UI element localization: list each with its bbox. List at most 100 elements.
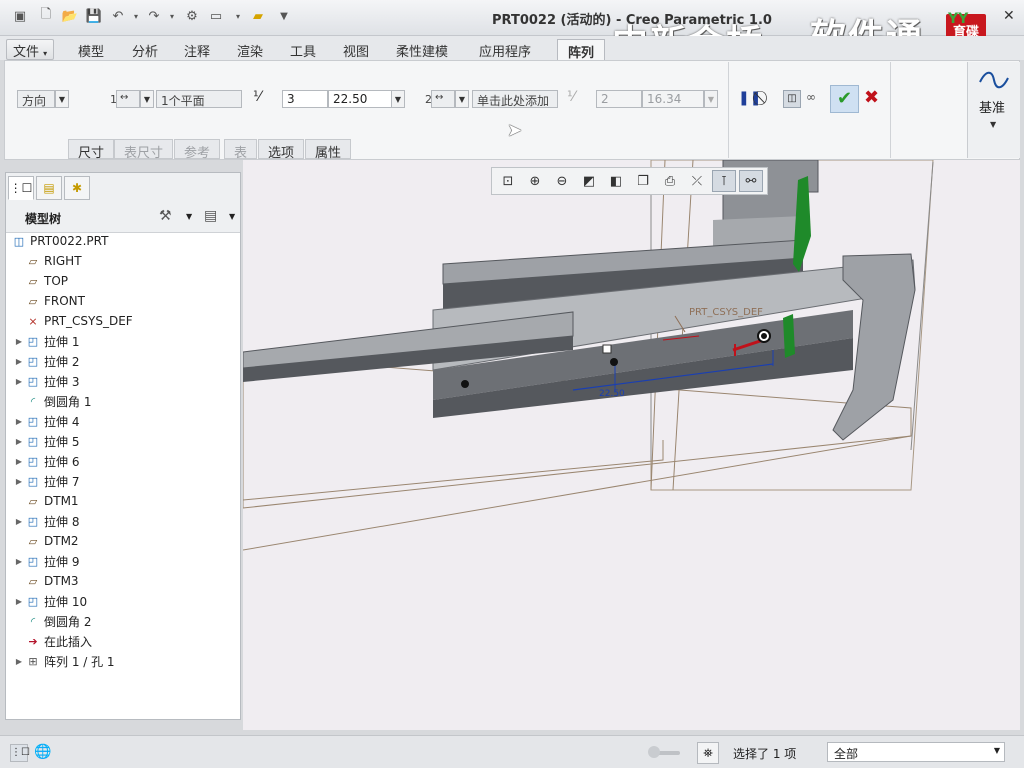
chevron-down-icon[interactable]: ▼ <box>229 212 235 221</box>
flip-direction-icon[interactable]: ⅟ <box>567 89 587 109</box>
windows-icon[interactable]: ▭ <box>208 8 224 24</box>
tab-render[interactable]: 渲染 <box>227 39 273 60</box>
subtab-table-dimensions[interactable]: 表尺寸 <box>114 139 174 161</box>
expand-arrow-icon[interactable]: ▶ <box>14 457 24 466</box>
dir1-spacing-input[interactable]: 22.50 <box>328 90 392 108</box>
dir1-reference-field[interactable]: 1个平面 <box>156 90 242 108</box>
folder-browser-tab-icon[interactable]: ▤ <box>36 176 62 200</box>
drag-handle[interactable] <box>602 344 612 354</box>
tree-item[interactable]: ◜ 倒圆角 1 <box>6 391 240 411</box>
chevron-down-icon[interactable]: ▼ <box>186 212 192 221</box>
tree-item[interactable]: ▱ DTM3 <box>6 571 240 591</box>
tab-analysis[interactable]: 分析 <box>122 39 168 60</box>
windows-dropdown-icon[interactable]: ▾ <box>230 8 246 24</box>
view-manager-icon[interactable]: ⎙ <box>658 170 682 192</box>
datum-display-icon[interactable]: ⤫ <box>685 170 709 192</box>
annotation-display-icon[interactable]: ⊺ <box>712 170 736 192</box>
save-icon[interactable]: 💾 <box>86 8 102 24</box>
redo-icon[interactable]: ↷ <box>146 8 162 24</box>
pause-icon[interactable]: ❚❚ <box>738 90 761 106</box>
subtab-options[interactable]: 选项 <box>258 139 305 161</box>
browser-toggle-icon[interactable]: 🌐 <box>34 744 52 762</box>
new-icon[interactable]: 🗋 <box>38 7 54 24</box>
expand-arrow-icon[interactable]: ▶ <box>14 517 24 526</box>
open-icon[interactable]: 📂 <box>62 8 78 24</box>
verify-icon[interactable]: ◫ <box>783 90 801 108</box>
expand-arrow-icon[interactable]: ▶ <box>14 337 24 346</box>
tree-item[interactable]: ▶ ◰ 拉伸 2 <box>6 351 240 371</box>
settings-icon[interactable]: ⚒ <box>159 208 172 224</box>
tab-flexible-modeling[interactable]: 柔性建模 <box>386 39 458 60</box>
chevron-down-icon[interactable]: ▼ <box>704 90 718 108</box>
tree-item[interactable]: ▶ ◰ 拉伸 5 <box>6 431 240 451</box>
dir1-count-input[interactable]: 3 <box>282 90 328 108</box>
repaint-icon[interactable]: ◩ <box>577 170 601 192</box>
tree-item[interactable]: ▶ ◰ 拉伸 10 <box>6 591 240 611</box>
pattern-member-marker[interactable] <box>461 380 469 388</box>
graphics-viewport[interactable]: 22.50 PRT_CSYS_DEF <box>243 160 1020 730</box>
tree-item[interactable]: ▱ FRONT <box>6 291 240 311</box>
tab-view[interactable]: 视图 <box>333 39 379 60</box>
subtab-table[interactable]: 表 <box>224 139 258 161</box>
subtab-references[interactable]: 参考 <box>174 139 221 161</box>
subtab-dimensions[interactable]: 尺寸 <box>68 139 115 161</box>
expand-arrow-icon[interactable]: ▶ <box>14 417 24 426</box>
pattern-member-marker[interactable] <box>610 358 618 366</box>
dir1-direction-toggle[interactable]: ↔ <box>116 90 140 108</box>
redo-dropdown-icon[interactable]: ▾ <box>164 8 180 24</box>
expand-arrow-icon[interactable]: ▶ <box>14 657 24 666</box>
tab-annotate[interactable]: 注释 <box>174 39 220 60</box>
tree-item[interactable]: ▶ ◰ 拉伸 4 <box>6 411 240 431</box>
dir2-reference-field[interactable]: 单击此处添加 <box>472 90 558 108</box>
dir2-direction-toggle[interactable]: ↔ <box>431 90 455 108</box>
tab-tools[interactable]: 工具 <box>280 39 326 60</box>
dimension-label[interactable]: 22.50 <box>599 389 625 399</box>
model-tree-toggle-icon[interactable]: ⋮☐ <box>10 744 30 762</box>
tab-file[interactable]: 文件 ▾ <box>6 39 55 60</box>
model-tree-tab-icon[interactable]: ⋮☐ <box>8 176 34 200</box>
app-icon[interactable]: ▣ <box>12 8 28 24</box>
tree-item[interactable]: ▶ ◰ 拉伸 9 <box>6 551 240 571</box>
saved-views-icon[interactable]: ❐ <box>631 170 655 192</box>
tree-item[interactable]: ⨯ PRT_CSYS_DEF <box>6 311 240 331</box>
dir2-spacing-input[interactable]: 16.34 <box>642 90 704 108</box>
expand-arrow-icon[interactable]: ▶ <box>14 477 24 486</box>
tree-item[interactable]: ▱ TOP <box>6 271 240 291</box>
tree-item[interactable]: ➔ 在此插入 <box>6 631 240 651</box>
chevron-down-icon[interactable]: ▼ <box>140 90 154 108</box>
pattern-type-select[interactable]: 方向 <box>17 90 55 108</box>
tree-item[interactable]: ▶ ◰ 拉伸 3 <box>6 371 240 391</box>
refit-icon[interactable]: ⊡ <box>496 170 520 192</box>
tree-item[interactable]: ▶ ⊞ 阵列 1 / 孔 1 <box>6 651 240 671</box>
subtab-properties[interactable]: 属性 <box>305 139 352 161</box>
tree-item[interactable]: ◜ 倒圆角 2 <box>6 611 240 631</box>
regenerate-icon[interactable]: ⚙ <box>184 8 200 24</box>
tab-pattern[interactable]: 阵列 <box>557 39 606 61</box>
ok-button[interactable]: ✔ <box>830 85 859 113</box>
tree-item[interactable]: ▱ DTM1 <box>6 491 240 511</box>
tree-item[interactable]: ▶ ◰ 拉伸 6 <box>6 451 240 471</box>
customize-icon[interactable]: ▼ <box>276 8 292 24</box>
tree-item[interactable]: ▶ ◰ 拉伸 8 <box>6 511 240 531</box>
tree-item[interactable]: ▶ ◰ 拉伸 7 <box>6 471 240 491</box>
expand-arrow-icon[interactable]: ▶ <box>14 357 24 366</box>
expand-arrow-icon[interactable]: ▶ <box>14 377 24 386</box>
tab-applications[interactable]: 应用程序 <box>469 39 541 60</box>
tab-model[interactable]: 模型 <box>68 39 114 60</box>
chevron-down-icon[interactable]: ▼ <box>455 90 469 108</box>
zoom-in-icon[interactable]: ⊕ <box>523 170 547 192</box>
close-window-icon[interactable]: ▰ <box>250 8 266 24</box>
glasses-icon[interactable]: ∞ <box>806 90 816 104</box>
spin-center-icon[interactable]: ⚯ <box>739 170 763 192</box>
selection-filter-select[interactable]: 全部 ▼ <box>827 742 1005 762</box>
display-style-icon[interactable]: ◧ <box>604 170 628 192</box>
show-icon[interactable]: ▤ <box>204 208 217 224</box>
tree-item[interactable]: ▱ RIGHT <box>6 251 240 271</box>
tree-item[interactable]: ▶ ◰ 拉伸 1 <box>6 331 240 351</box>
close-icon[interactable]: ✕ <box>1003 8 1019 24</box>
dir2-count-input[interactable]: 2 <box>596 90 642 108</box>
find-icon[interactable]: ⛯ <box>697 742 719 764</box>
expand-arrow-icon[interactable]: ▶ <box>14 437 24 446</box>
undo-icon[interactable]: ↶ <box>110 8 126 24</box>
expand-arrow-icon[interactable]: ▶ <box>14 557 24 566</box>
